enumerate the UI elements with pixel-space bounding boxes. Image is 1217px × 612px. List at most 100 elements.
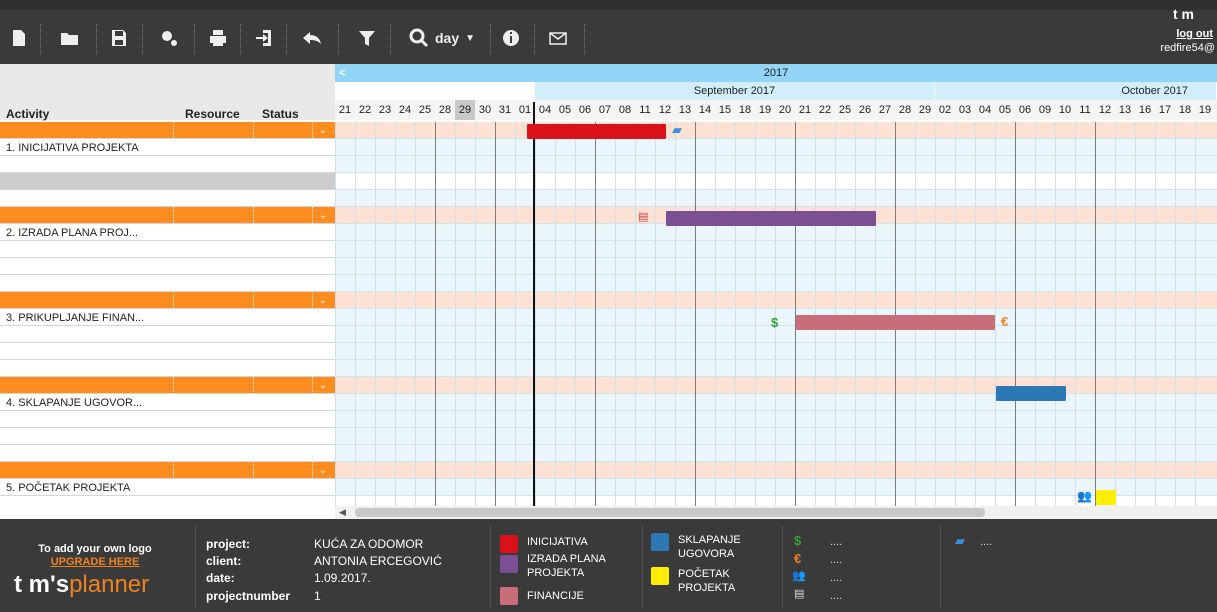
bar-financije[interactable] [796, 315, 995, 330]
activity-label[interactable]: 3. PRIKUPLJANJE FINAN... [6, 312, 144, 324]
activity-label[interactable]: 1. INICIJATIVA PROJEKTA [6, 142, 139, 154]
month-september: September 2017 [535, 82, 935, 100]
bar-pocetak[interactable] [1096, 490, 1116, 505]
day-label: 16 [1138, 104, 1152, 116]
day-label: 01 [518, 104, 532, 116]
chevron-down-icon[interactable]: ⌄ [313, 378, 333, 393]
comment-icon[interactable]: ▰ [672, 122, 682, 138]
table-row[interactable] [0, 156, 1217, 173]
activity-group-row[interactable]: ⌄ [0, 207, 1217, 224]
table-row[interactable]: 1. INICIJATIVA PROJEKTA [0, 139, 1217, 156]
dollar-icon[interactable]: $ [771, 315, 778, 330]
chevron-down-icon[interactable]: ⌄ [313, 463, 333, 478]
table-row[interactable] [0, 275, 1217, 292]
bar-sklapanje[interactable] [996, 386, 1066, 401]
scroll-left-arrow-icon[interactable]: ◀ [339, 506, 346, 519]
search-icon [409, 28, 429, 48]
undo-icon[interactable] [298, 22, 326, 54]
zoom-dropdown[interactable]: day ▼ [402, 22, 482, 54]
scroll-left-icon[interactable]: < [339, 64, 345, 82]
client-label: client: [206, 554, 242, 568]
project-value: KUĆA ZA ODOMOR [314, 537, 424, 551]
table-row[interactable] [0, 360, 1217, 377]
activity-label[interactable]: 5. POČETAK PROJEKTA [6, 482, 130, 494]
table-row[interactable] [0, 411, 1217, 428]
book-icon[interactable]: ▤ [638, 210, 648, 223]
activity-label[interactable]: 4. SKLAPANJE UGOVOR... [6, 397, 142, 409]
table-row[interactable]: 5. POČETAK PROJEKTA [0, 479, 1217, 496]
resource-header[interactable]: Resource [185, 107, 240, 121]
table-row[interactable] [0, 445, 1217, 462]
table-row[interactable] [0, 428, 1217, 445]
legend-financije: FINANCIJE [527, 590, 584, 602]
chevron-down-icon[interactable]: ⌄ [313, 208, 333, 223]
day-label: 21 [798, 104, 812, 116]
day-label: 11 [1079, 104, 1091, 116]
info-icon[interactable] [500, 22, 522, 54]
legend-sklapanje: SKLAPANJE UGOVORA [678, 534, 741, 560]
day-label: 29 [918, 104, 932, 116]
table-row[interactable] [0, 343, 1217, 360]
legend-dollar-dots: .... [830, 536, 843, 548]
legend-book-icon: ▤ [794, 588, 805, 600]
day-label: 19 [1198, 104, 1212, 116]
table-row[interactable]: 3. PRIKUPLJANJE FINAN... [0, 309, 1217, 326]
open-folder-icon[interactable] [56, 22, 84, 54]
table-row[interactable] [0, 326, 1217, 343]
month-october: October 2017 [935, 82, 1217, 100]
table-row[interactable] [0, 173, 1217, 190]
activity-header[interactable]: Activity [6, 107, 49, 121]
day-label: 21 [338, 104, 352, 116]
activity-label[interactable]: 2. IZRADA PLANA PROJ... [6, 227, 138, 239]
day-label: 05 [558, 104, 572, 116]
legend-inicijativa: INICIJATIVA [527, 536, 588, 548]
bar-inicijativa[interactable] [527, 124, 666, 139]
horizontal-scrollbar[interactable]: ◀ [335, 506, 1217, 519]
logout-link[interactable]: log out [1176, 28, 1213, 40]
people-icon[interactable]: 👥 [1077, 489, 1092, 503]
activity-group-row[interactable]: ⌄ [0, 462, 1217, 479]
day-label: 24 [398, 104, 412, 116]
day-label: 04 [978, 104, 992, 116]
legend-swatch-financije [500, 587, 518, 605]
legend-people-dots: .... [830, 572, 843, 584]
upgrade-link[interactable]: UPGRADE HERE [0, 556, 190, 568]
legend-swatch-sklapanje [651, 533, 669, 551]
day-label: 15 [718, 104, 732, 116]
day-label: 06 [578, 104, 592, 116]
day-label: 11 [639, 104, 651, 116]
export-icon[interactable] [252, 22, 276, 54]
chevron-down-icon[interactable]: ⌄ [313, 293, 333, 308]
table-row[interactable] [0, 258, 1217, 275]
day-label: 31 [498, 104, 512, 116]
legend-euro-dots: .... [830, 554, 843, 566]
save-icon[interactable] [108, 22, 130, 54]
chevron-down-icon[interactable]: ⌄ [313, 123, 333, 138]
year-label: 2017 [763, 67, 789, 79]
euro-icon[interactable]: € [1001, 314, 1008, 329]
day-label: 20 [778, 104, 792, 116]
legend-swatch-pocetak [651, 567, 669, 585]
day-label: 22 [818, 104, 832, 116]
legend-comment-dots: .... [980, 536, 993, 548]
print-icon[interactable] [206, 22, 230, 54]
date-label: date: [206, 571, 235, 585]
settings-icon[interactable] [154, 22, 184, 54]
email-icon[interactable] [546, 22, 570, 54]
activity-group-row[interactable]: ⌄ [0, 292, 1217, 309]
table-row[interactable] [0, 190, 1217, 207]
table-row[interactable] [0, 241, 1217, 258]
day-label: 13 [1118, 104, 1132, 116]
scroll-thumb[interactable] [355, 508, 985, 517]
projectnumber-label: projectnumber [206, 589, 291, 603]
day-label: 17 [1158, 104, 1172, 116]
status-header[interactable]: Status [262, 107, 299, 121]
bar-izrada-plana[interactable] [666, 211, 876, 226]
new-file-icon[interactable] [8, 22, 30, 54]
day-label: 22 [358, 104, 372, 116]
logo-promo: To add your own logo UPGRADE HERE t m'sp… [0, 519, 190, 612]
table-row[interactable]: 2. IZRADA PLANA PROJ... [0, 224, 1217, 241]
filter-icon[interactable] [356, 22, 378, 54]
day-label: 25 [418, 104, 432, 116]
day-label: 09 [1038, 104, 1052, 116]
